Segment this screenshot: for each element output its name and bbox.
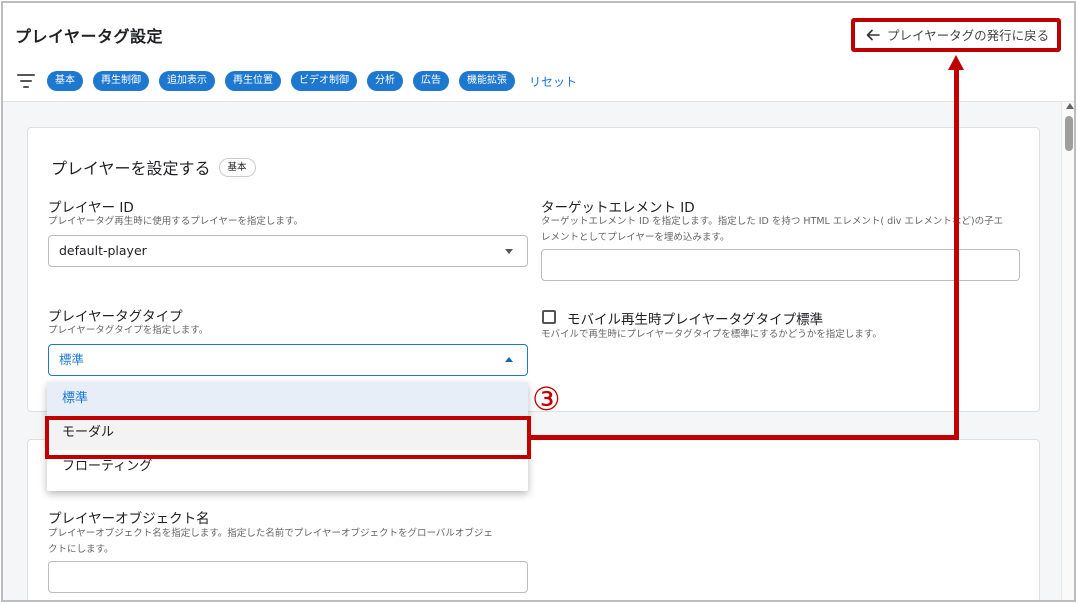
player-id-label: プレイヤー ID	[48, 200, 134, 216]
player-id-select[interactable]: default-player	[48, 235, 528, 267]
mobile-standard-checkbox[interactable]	[542, 310, 556, 324]
filter-chip-basic[interactable]: 基本	[47, 71, 83, 91]
annotation-arrow-horizontal	[531, 435, 959, 440]
chevron-up-icon	[505, 357, 513, 362]
filter-chip-video-control[interactable]: ビデオ制御	[291, 71, 357, 91]
filter-list-icon[interactable]	[17, 74, 35, 88]
mobile-standard-hint: モバイルで再生時にプレイヤータグタイプを標準にするかどうかを指定します。	[541, 329, 882, 340]
chevron-down-icon	[505, 249, 513, 254]
annotation-arrow-vertical	[954, 69, 959, 440]
filter-chip-analytics[interactable]: 分析	[367, 71, 403, 91]
target-element-hint-1: ターゲットエレメント ID を指定します。指定した ID を持つ HTML エレ…	[541, 216, 1004, 227]
tag-type-value: 標準	[59, 352, 85, 367]
target-element-input[interactable]	[541, 249, 1020, 281]
object-name-input[interactable]	[48, 561, 528, 593]
section-tag: 基本	[218, 157, 256, 177]
object-name-label: プレイヤーオブジェクト名	[48, 511, 210, 527]
filter-chip-playback-control[interactable]: 再生制御	[93, 71, 149, 91]
reset-link[interactable]: リセット	[529, 73, 577, 90]
player-id-hint: プレイヤータグ再生時に使用するプレイヤーを指定します。	[48, 216, 303, 227]
option-standard[interactable]: 標準	[47, 382, 528, 416]
modal-option-highlight-box	[45, 416, 531, 459]
target-element-hint-2: レメントとしてプレイヤーを埋め込みます。	[541, 232, 730, 243]
scroll-up-arrow-icon[interactable]	[1066, 103, 1074, 109]
page-title: プレイヤータグ設定	[15, 27, 164, 46]
tag-type-select[interactable]: 標準	[48, 344, 528, 376]
section-title: プレイヤーを設定する 基本	[51, 155, 256, 179]
scrollbar-thumb[interactable]	[1065, 116, 1073, 151]
tag-type-label: プレイヤータグタイプ	[48, 309, 183, 325]
step-number-annotation: ③	[532, 380, 561, 418]
back-link-highlight-box	[851, 18, 1061, 52]
player-id-value: default-player	[59, 243, 147, 258]
filter-chip-playback-position[interactable]: 再生位置	[225, 71, 281, 91]
tag-type-hint: プレイヤータグタイプを指定します。	[48, 325, 209, 336]
window-frame: プレイヤータグ設定 プレイヤータグの発行に戻る 基本 再生制御 追加表示 再生位…	[1, 1, 1076, 602]
mobile-standard-label: モバイル再生時プレイヤータグタイプ標準	[567, 312, 824, 328]
annotation-arrow-head-icon	[948, 55, 964, 70]
section-title-text: プレイヤーを設定する	[51, 159, 211, 178]
scrollbar[interactable]	[1061, 102, 1074, 600]
object-name-hint-2: クトにします。	[48, 544, 114, 555]
target-element-label: ターゲットエレメント ID	[541, 200, 695, 216]
filter-chip-additional-display[interactable]: 追加表示	[159, 71, 215, 91]
filter-bar: 基本 再生制御 追加表示 再生位置 ビデオ制御 分析 広告 機能拡張 リセット	[17, 71, 577, 91]
object-name-hint-1: プレイヤーオブジェクト名を指定します。指定した名前でプレイヤーオブジェクトをグロ…	[48, 528, 493, 539]
filter-chip-extensions[interactable]: 機能拡張	[459, 71, 515, 91]
filter-chip-ads[interactable]: 広告	[413, 71, 449, 91]
